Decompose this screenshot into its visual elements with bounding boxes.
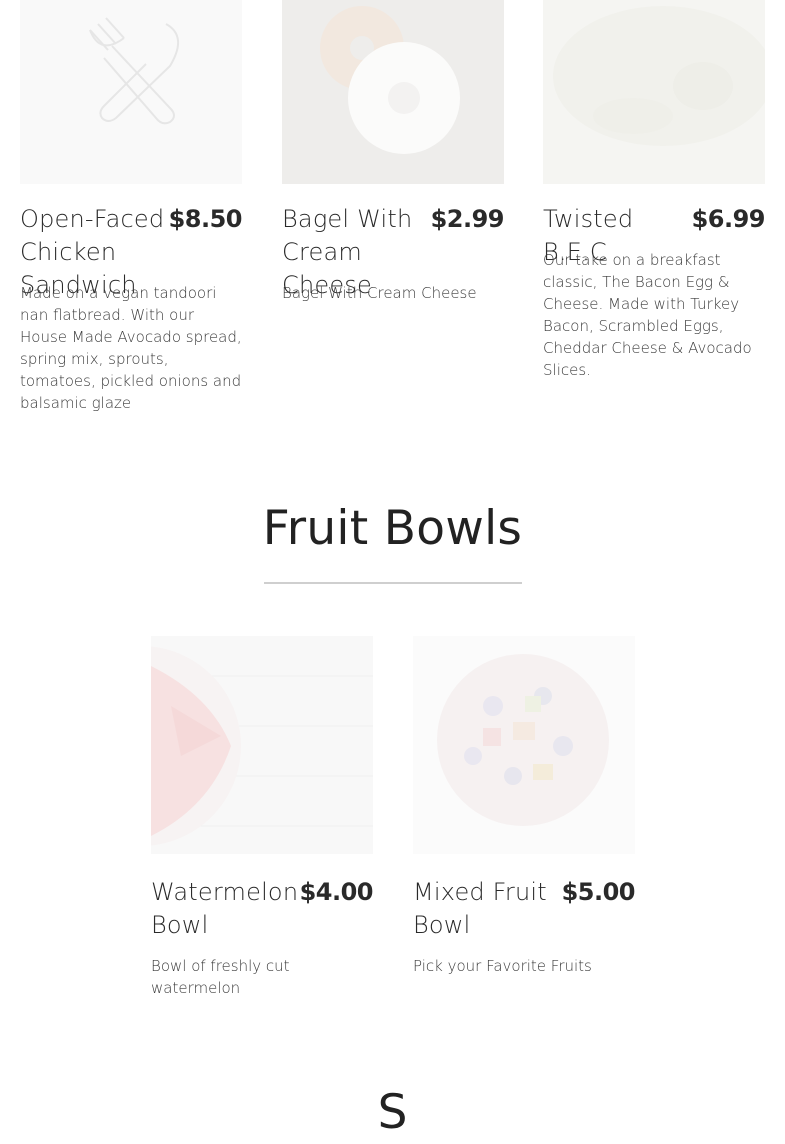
- menu-item-description: Our take on a breakfast classic, The Bac…: [543, 251, 752, 379]
- menu-item-price: $2.99: [430, 205, 505, 233]
- section-title: Fruit Bowls: [262, 501, 523, 556]
- menu-item-description: Bowl of freshly cut watermelon: [151, 957, 290, 997]
- menu-item-image: [543, 0, 765, 184]
- menu-item-price: $6.99: [691, 205, 766, 233]
- menu-item-description: Bagel With Cream Cheese: [282, 284, 477, 302]
- bagel-photo: [282, 0, 504, 184]
- menu-item-image: [413, 636, 635, 854]
- menu-item-price: $4.00: [299, 878, 374, 906]
- menu-item-name: Mixed Fruit Bowl: [413, 878, 547, 939]
- menu-item-image: [151, 636, 373, 854]
- sandwich-photo: [543, 0, 765, 184]
- menu-item-description: Made on a vegan tandoori nan flatbread. …: [20, 284, 242, 412]
- menu-item-price: $5.00: [561, 878, 636, 906]
- menu-item-image: [282, 0, 504, 184]
- menu-item-name: Watermelon Bowl: [151, 878, 299, 939]
- menu-item-image: [20, 0, 242, 184]
- section-divider: [264, 582, 522, 584]
- fork-knife-icon: [89, 17, 179, 125]
- next-section-title: S: [377, 1085, 408, 1140]
- mixed-fruit-photo: [413, 636, 635, 854]
- watermelon-bowl-photo: [151, 636, 373, 854]
- menu-item-description: Pick your Favorite Fruits: [413, 957, 592, 975]
- menu-item-price: $8.50: [168, 205, 243, 233]
